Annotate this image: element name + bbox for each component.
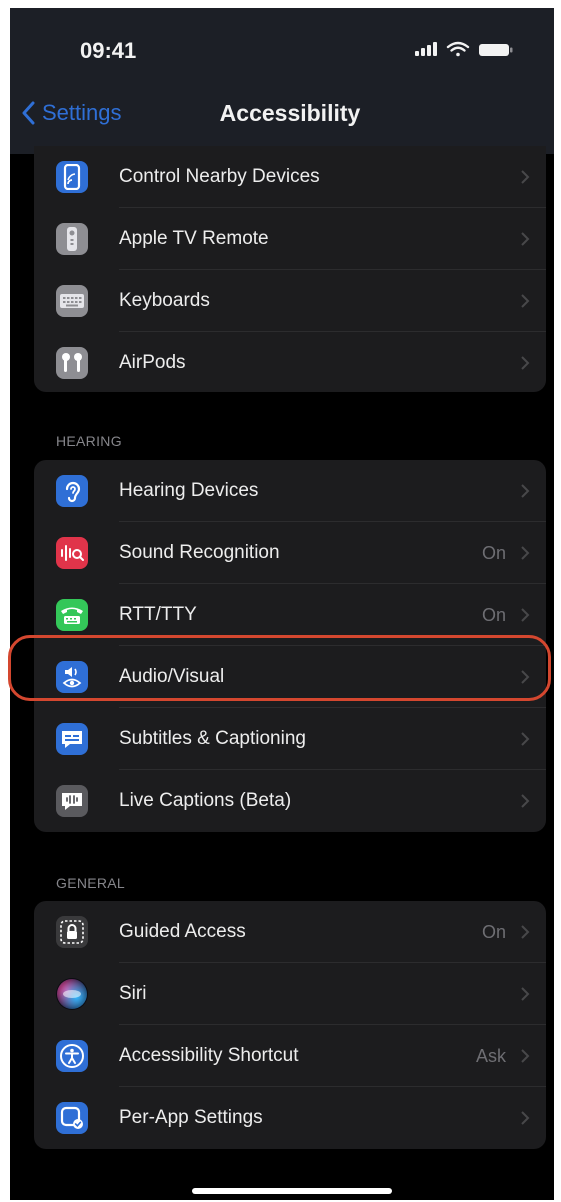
section-header-hearing: HEARING (56, 433, 122, 449)
chevron-right-icon (521, 732, 530, 746)
keyboard-icon (56, 285, 88, 317)
row-value: On (481, 542, 506, 563)
list-item-live-captions[interactable]: Live Captions (Beta) (34, 770, 546, 832)
status-time: 09:41 (80, 38, 137, 63)
settings-group-general: Guided Access On Siri Accessibility Shor… (34, 901, 546, 1149)
row-label: Apple TV Remote (119, 228, 269, 249)
list-item-rtt-tty[interactable]: RTT/TTY On (34, 584, 546, 646)
row-value: On (481, 921, 506, 942)
section-header-general: GENERAL (56, 875, 126, 891)
row-value: On (481, 604, 506, 625)
apple-tv-remote-icon (56, 223, 88, 255)
chevron-right-icon (521, 1049, 530, 1063)
sound-recognition-icon (56, 537, 88, 569)
airpods-icon (56, 347, 88, 379)
row-label: RTT/TTY (119, 604, 197, 625)
live-captions-icon (56, 785, 88, 817)
accessibility-shortcut-icon (56, 1040, 88, 1072)
chevron-right-icon (521, 794, 530, 808)
list-item-hearing-devices[interactable]: Hearing Devices (34, 460, 546, 522)
row-label: Keyboards (119, 290, 210, 311)
control-nearby-devices-icon (56, 161, 88, 193)
chevron-right-icon (521, 484, 530, 498)
chevron-right-icon (521, 294, 530, 308)
list-item-apple-tv-remote[interactable]: Apple TV Remote (34, 208, 546, 270)
list-item-control-nearby-devices[interactable]: Control Nearby Devices (34, 146, 546, 208)
chevron-right-icon (521, 232, 530, 246)
subtitles-icon (56, 723, 88, 755)
row-label: AirPods (119, 352, 186, 373)
list-item-sound-recognition[interactable]: Sound Recognition On (34, 522, 546, 584)
list-item-airpods[interactable]: AirPods (34, 332, 546, 392)
chevron-right-icon (521, 670, 530, 684)
list-item-guided-access[interactable]: Guided Access On (34, 901, 546, 963)
navigation-bar: 09:41 Settings Accessibility (10, 8, 554, 154)
row-label: Hearing Devices (119, 480, 259, 501)
chevron-right-icon (521, 356, 530, 370)
audio-visual-icon (56, 661, 88, 693)
row-label: Control Nearby Devices (119, 166, 320, 187)
cellular-signal-icon (415, 42, 437, 56)
list-item-per-app-settings[interactable]: Per-App Settings (34, 1087, 546, 1149)
chevron-right-icon (521, 925, 530, 939)
list-item-audio-visual[interactable]: Audio/Visual (34, 646, 546, 708)
per-app-settings-icon (56, 1102, 88, 1134)
row-value: Ask (475, 1045, 506, 1066)
row-label: Sound Recognition (119, 542, 280, 563)
page-title: Accessibility (219, 100, 361, 126)
row-label: Subtitles & Captioning (119, 728, 306, 749)
siri-icon (56, 978, 88, 1010)
row-label: Audio/Visual (119, 666, 225, 687)
row-label: Accessibility Shortcut (119, 1045, 299, 1066)
chevron-right-icon (521, 170, 530, 184)
guided-access-icon (56, 916, 88, 948)
row-label: Live Captions (Beta) (119, 790, 292, 811)
home-indicator[interactable] (192, 1188, 392, 1194)
row-label: Guided Access (119, 921, 246, 942)
chevron-right-icon (521, 987, 530, 1001)
settings-group-interaction: Control Nearby Devices Apple TV Remote K… (34, 146, 546, 392)
chevron-right-icon (521, 546, 530, 560)
tty-icon (56, 599, 88, 631)
row-label: Per-App Settings (119, 1107, 263, 1128)
chevron-right-icon (521, 1111, 530, 1125)
wifi-icon (446, 41, 470, 57)
row-label: Siri (119, 983, 147, 1004)
list-item-subtitles-captioning[interactable]: Subtitles & Captioning (34, 708, 546, 770)
phone-screen: 09:41 Settings Accessibility Control Nea… (10, 8, 554, 1200)
list-item-siri[interactable]: Siri (34, 963, 546, 1025)
status-icons (415, 38, 535, 60)
settings-group-hearing: Hearing Devices Sound Recognition On RTT… (34, 460, 546, 832)
battery-icon (479, 44, 513, 56)
list-item-accessibility-shortcut[interactable]: Accessibility Shortcut Ask (34, 1025, 546, 1087)
list-item-keyboards[interactable]: Keyboards (34, 270, 546, 332)
ear-icon (56, 475, 88, 507)
chevron-right-icon (521, 608, 530, 622)
